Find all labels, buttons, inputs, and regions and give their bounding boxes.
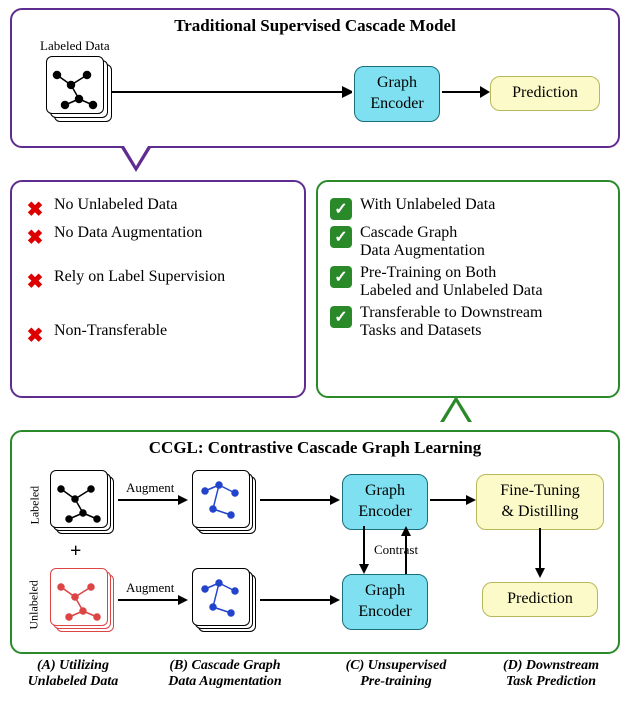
arrow-to-encoder-top [260, 492, 340, 508]
arrow-augment-top [118, 492, 188, 508]
pros-text: With Unlabeled Data [360, 196, 495, 214]
cons-item: ✖ No Data Augmentation [24, 224, 292, 248]
cons-text: Non-Transferable [54, 322, 167, 340]
cons-item: ✖ Rely on Label Supervision [24, 268, 292, 292]
pros-item: ✓ Pre-Training on Both Labeled and Unlabe… [330, 264, 606, 300]
caption-d: (D) Downstream Task Prediction [476, 658, 626, 690]
caption-b: (B) Cascade Graph Data Augmentation [140, 658, 310, 690]
pros-text: Transferable to Downstream Tasks and Dat… [360, 304, 542, 340]
arrow-fine-to-pred [532, 528, 548, 578]
purple-arrow-down [120, 146, 152, 172]
top-title: Traditional Supervised Cascade Model [12, 16, 618, 36]
green-arrow-up [440, 396, 472, 422]
pros-text: Cascade Graph Data Augmentation [360, 224, 485, 260]
prediction-box: Prediction [490, 76, 600, 111]
top-panel: Traditional Supervised Cascade Model Lab… [10, 8, 620, 148]
fine-tuning-box: Fine-Tuning & Distilling [476, 474, 604, 530]
bottom-panel: CCGL: Contrastive Cascade Graph Learning… [10, 430, 620, 654]
fine-text: Fine-Tuning & Distilling [500, 482, 579, 520]
cons-item: ✖ No Unlabeled Data [24, 196, 292, 220]
caption-a: (A) Utilizing Unlabeled Data [8, 658, 138, 690]
x-icon: ✖ [24, 198, 46, 220]
prediction-text-bottom: Prediction [507, 590, 573, 607]
x-icon: ✖ [24, 324, 46, 346]
cons-text: Rely on Label Supervision [54, 268, 225, 286]
graph-icon [47, 57, 105, 115]
x-icon: ✖ [24, 226, 46, 248]
graph-encoder-text: Graph Encoder [370, 74, 423, 112]
cons-item: ✖ Non-Transferable [24, 322, 292, 346]
encoder-top: Graph Encoder [342, 474, 428, 530]
pros-text: Pre-Training on Both Labeled and Unlabel… [360, 264, 543, 300]
pros-panel: ✓ With Unlabeled Data ✓ Cascade Graph Data… [316, 180, 620, 398]
plus-sign: + [70, 540, 81, 563]
arrow-to-prediction [442, 82, 490, 102]
cons-text: No Unlabeled Data [54, 196, 178, 214]
check-icon: ✓ [330, 266, 352, 288]
unlabeled-rot-label: Unlabeled [27, 570, 42, 630]
contrast-label: Contrast [374, 542, 418, 558]
graph-icon-blue [193, 569, 251, 627]
caption-c: (C) Unsupervised Pre-training [316, 658, 476, 690]
pros-item: ✓ With Unlabeled Data [330, 196, 606, 220]
arrow-augment-bottom [118, 592, 188, 608]
prediction-text: Prediction [512, 84, 578, 101]
check-icon: ✓ [330, 226, 352, 248]
graph-encoder-box: Graph Encoder [354, 66, 440, 122]
pros-item: ✓ Transferable to Downstream Tasks and Da… [330, 304, 606, 340]
cons-panel: ✖ No Unlabeled Data ✖ No Data Augmentation… [10, 180, 306, 398]
arrow-to-fine [430, 492, 476, 508]
arrow-to-encoder [112, 82, 352, 102]
x-icon: ✖ [24, 270, 46, 292]
pros-item: ✓ Cascade Graph Data Augmentation [330, 224, 606, 260]
labeled-data-label: Labeled Data [40, 38, 110, 54]
labeled-rot-label: Labeled [28, 475, 43, 525]
check-icon: ✓ [330, 306, 352, 328]
cons-text: No Data Augmentation [54, 224, 202, 242]
graph-icon-blue [193, 471, 251, 529]
bottom-title: CCGL: Contrastive Cascade Graph Learning [12, 438, 618, 458]
graph-icon [51, 471, 109, 529]
encoder-bottom-text: Graph Encoder [358, 582, 411, 620]
check-icon: ✓ [330, 198, 352, 220]
prediction-box-bottom: Prediction [482, 582, 598, 617]
encoder-top-text: Graph Encoder [358, 482, 411, 520]
graph-icon-red [51, 569, 109, 627]
arrow-to-encoder-bottom [260, 592, 340, 608]
encoder-bottom: Graph Encoder [342, 574, 428, 630]
